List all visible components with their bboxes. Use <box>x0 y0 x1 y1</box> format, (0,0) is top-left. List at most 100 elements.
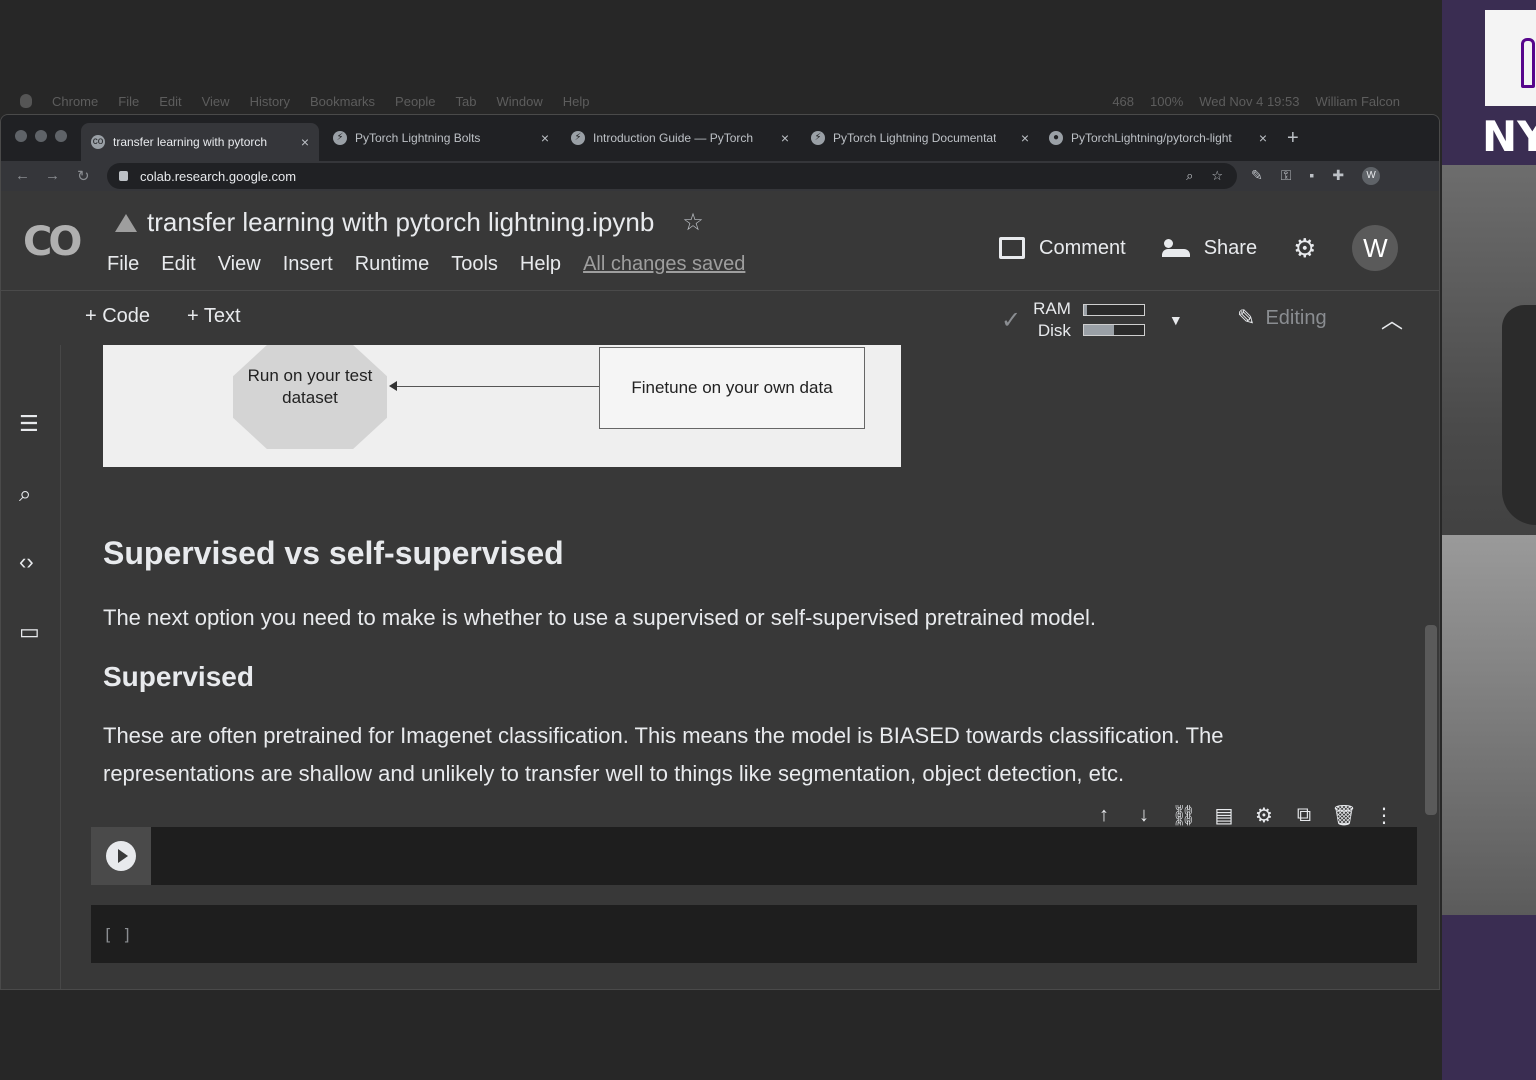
menu-insert[interactable]: Insert <box>283 253 333 276</box>
ram-bar <box>1082 304 1145 316</box>
mail-count[interactable]: 468 <box>1112 94 1134 109</box>
clock[interactable]: Wed Nov 4 19:53 <box>1199 94 1299 109</box>
arrow-head <box>389 381 397 391</box>
close-tab-icon[interactable]: × <box>1021 130 1029 146</box>
menubar-item-chrome[interactable]: Chrome <box>52 94 98 109</box>
files-folder-icon[interactable]: ▭ <box>19 619 40 645</box>
address-bar-row: ← → ↻ colab.research.google.com ⌕ ☆ ✎ ⚿ … <box>1 161 1439 191</box>
menu-help[interactable]: Help <box>520 253 561 276</box>
run-cell-button[interactable] <box>91 827 151 885</box>
menu-runtime[interactable]: Runtime <box>355 253 429 276</box>
add-text-button[interactable]: + Text <box>187 305 241 328</box>
menubar-item-bookmarks[interactable]: Bookmarks <box>310 94 375 109</box>
dropdown-arrow-icon[interactable]: ▼ <box>1169 312 1183 328</box>
comment-cell-icon[interactable]: ▤ <box>1211 803 1237 828</box>
code-cell[interactable]: [ ] <box>91 905 1417 963</box>
tab-strip: co transfer learning with pytorch × ⚡ Py… <box>1 115 1439 161</box>
resource-monitor[interactable]: ✓ RAM Disk ▼ <box>1001 299 1183 341</box>
zoom-icon[interactable]: ⌕ <box>1186 168 1193 184</box>
people-icon <box>1161 239 1190 257</box>
scrollbar[interactable] <box>1425 625 1437 815</box>
save-status[interactable]: All changes saved <box>583 253 745 276</box>
extension-icon[interactable]: ✎ <box>1251 167 1263 185</box>
menubar-item-help[interactable]: Help <box>563 94 590 109</box>
menubar-item-edit[interactable]: Edit <box>159 94 181 109</box>
code-cell-active[interactable] <box>91 827 1417 885</box>
notebook-title[interactable]: transfer learning with pytorch lightning… <box>147 207 654 238</box>
header-actions: Comment Share ⚙ W <box>999 225 1399 271</box>
menu-tools[interactable]: Tools <box>451 253 498 276</box>
settings-gear-icon[interactable]: ⚙ <box>1293 233 1316 264</box>
check-icon: ✓ <box>1001 306 1022 334</box>
lock-icon[interactable] <box>119 171 128 181</box>
account-avatar[interactable]: W <box>1352 225 1399 271</box>
user-name[interactable]: William Falcon <box>1315 94 1400 109</box>
puzzle-icon[interactable]: ✚ <box>1332 167 1344 185</box>
table-of-contents-icon[interactable]: ☰ <box>19 411 39 437</box>
finetune-node: Finetune on your own data <box>599 347 865 429</box>
colab-logo[interactable]: CO <box>23 219 82 265</box>
lightning-favicon: ⚡ <box>811 131 825 145</box>
minimize-window-button[interactable] <box>35 130 47 142</box>
resource-bars <box>1082 304 1145 336</box>
drive-icon[interactable] <box>115 213 137 232</box>
window-controls <box>15 130 67 142</box>
lightning-favicon: ⚡ <box>333 131 347 145</box>
extension-badge-icon[interactable]: ▪ <box>1309 167 1314 185</box>
url-bar[interactable]: colab.research.google.com ⌕ ☆ <box>107 163 1237 189</box>
delete-icon[interactable]: 🗑 <box>1331 803 1357 828</box>
menu-edit[interactable]: Edit <box>161 253 195 276</box>
apple-icon[interactable] <box>20 94 32 108</box>
nyu-logo-text: NY <box>1482 112 1536 161</box>
search-icon[interactable]: ⌕ <box>19 481 31 507</box>
colab-favicon: co <box>91 135 105 149</box>
disk-label: Disk <box>1037 321 1071 340</box>
collapse-header-icon[interactable]: ︿ <box>1381 303 1403 335</box>
share-button[interactable]: Share <box>1161 237 1257 260</box>
add-code-button[interactable]: + Code <box>85 305 150 328</box>
cell-settings-icon[interactable]: ⚙ <box>1251 803 1277 828</box>
pencil-icon: ✎ <box>1237 305 1256 330</box>
lock-extension-icon[interactable]: ⚿ <box>1281 167 1292 185</box>
mirror-cell-icon[interactable]: ⧉ <box>1291 804 1317 827</box>
reload-icon[interactable]: ↻ <box>77 167 90 185</box>
new-tab-button[interactable]: + <box>1287 127 1299 150</box>
tab-intro-guide[interactable]: ⚡ Introduction Guide — PyTorch × <box>561 123 799 153</box>
move-up-icon[interactable]: ↑ <box>1091 804 1117 827</box>
menubar-item-people[interactable]: People <box>395 94 435 109</box>
profile-avatar[interactable]: W <box>1362 167 1381 185</box>
menubar-item-window[interactable]: Window <box>497 94 543 109</box>
editing-mode-button[interactable]: ✎ Editing <box>1237 305 1327 331</box>
torch-icon <box>1521 38 1535 88</box>
tab-bolts[interactable]: ⚡ PyTorch Lightning Bolts × <box>323 123 559 153</box>
close-window-button[interactable] <box>15 130 27 142</box>
close-tab-icon[interactable]: × <box>781 130 789 146</box>
menu-view[interactable]: View <box>218 253 261 276</box>
menubar-item-tab[interactable]: Tab <box>456 94 477 109</box>
menubar-item-view[interactable]: View <box>202 94 230 109</box>
tab-github[interactable]: ● PyTorchLightning/pytorch-light × <box>1039 123 1277 153</box>
menubar-item-history[interactable]: History <box>250 94 290 109</box>
close-tab-icon[interactable]: × <box>541 130 549 146</box>
forward-icon[interactable]: → <box>45 167 60 184</box>
close-tab-icon[interactable]: × <box>301 134 309 150</box>
link-icon[interactable]: ⛓ <box>1171 803 1197 828</box>
maximize-window-button[interactable] <box>55 130 67 142</box>
ram-fill <box>1083 305 1087 315</box>
url-text[interactable]: colab.research.google.com <box>140 169 296 184</box>
menu-file[interactable]: File <box>107 253 139 276</box>
menubar-item-file[interactable]: File <box>118 94 139 109</box>
code-snippets-icon[interactable]: ‹› <box>19 549 34 575</box>
move-down-icon[interactable]: ↓ <box>1131 804 1157 827</box>
menubar-status: 468 100% Wed Nov 4 19:53 William Falcon <box>1112 94 1440 109</box>
comment-button[interactable]: Comment <box>999 237 1126 260</box>
tab-documentation[interactable]: ⚡ PyTorch Lightning Documentat × <box>801 123 1039 153</box>
star-icon[interactable]: ☆ <box>682 208 704 237</box>
more-options-icon[interactable]: ⋮ <box>1371 803 1397 828</box>
battery-level[interactable]: 100% <box>1150 94 1183 109</box>
disk-bar <box>1082 324 1145 336</box>
back-icon[interactable]: ← <box>15 167 30 184</box>
tab-colab[interactable]: co transfer learning with pytorch × <box>81 123 319 161</box>
bookmark-star-icon[interactable]: ☆ <box>1211 168 1223 184</box>
close-tab-icon[interactable]: × <box>1259 130 1267 146</box>
